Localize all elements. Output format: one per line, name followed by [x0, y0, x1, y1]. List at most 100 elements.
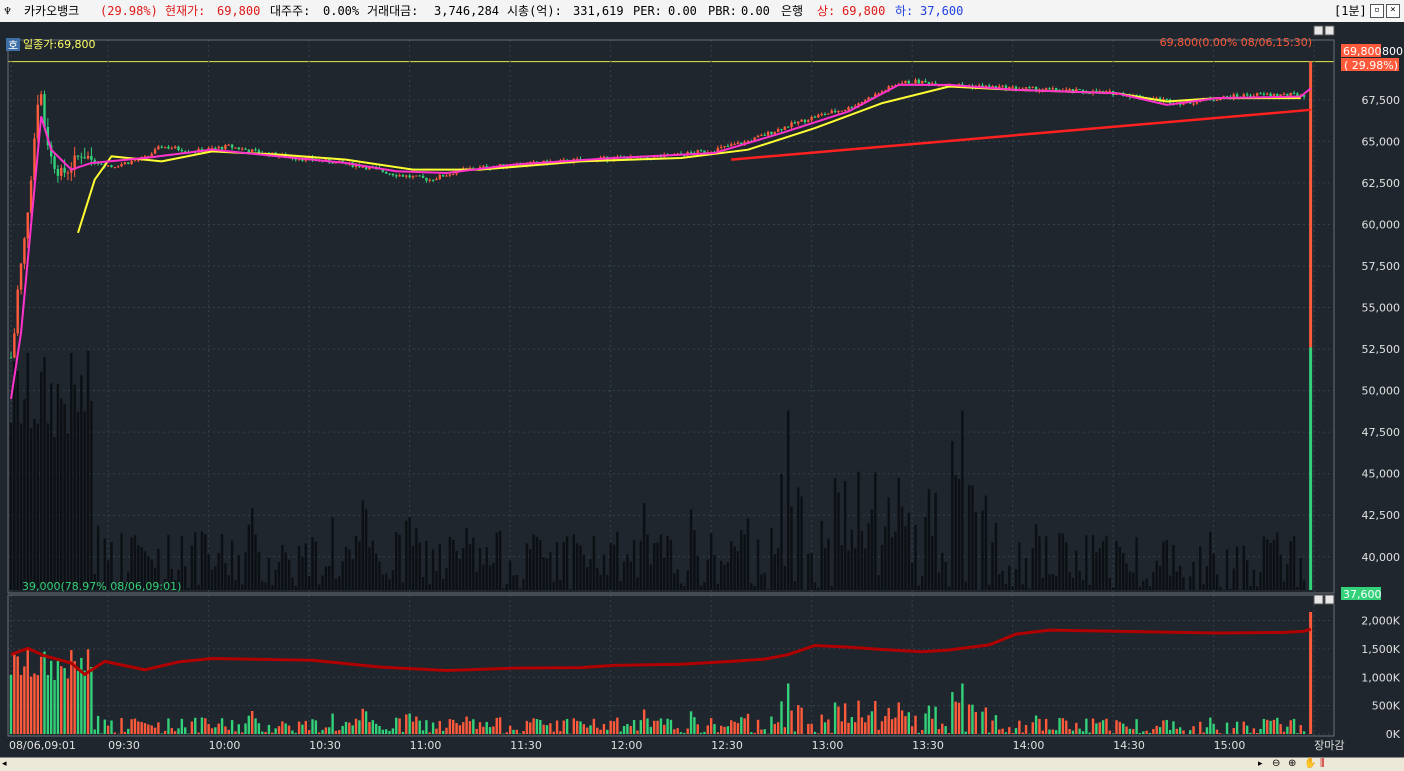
- interval-selector[interactable]: [1분]: [1334, 0, 1367, 22]
- volume-bar: [214, 727, 216, 734]
- volume-bar: [871, 711, 873, 734]
- background-volume-bar: [536, 537, 538, 590]
- volume-bar: [1102, 720, 1104, 734]
- background-volume-bar: [60, 398, 62, 590]
- background-volume-bar: [358, 542, 360, 590]
- background-volume-bar: [1172, 545, 1174, 590]
- background-volume-bar: [261, 581, 263, 590]
- candle-body: [837, 111, 839, 112]
- volume-bar: [355, 719, 357, 734]
- background-volume-bar: [656, 543, 658, 590]
- price-tick-label: 52,500: [1362, 343, 1401, 356]
- volume-bar: [291, 731, 293, 734]
- candle-body: [847, 107, 849, 110]
- volume-bar: [630, 726, 632, 734]
- candle-body: [432, 180, 434, 181]
- volume-bar: [764, 729, 766, 734]
- background-volume-bar: [817, 588, 819, 590]
- current-price: 69,800: [217, 0, 260, 22]
- zoom-out-icon[interactable]: ⊖: [1272, 758, 1280, 769]
- candle-body: [425, 178, 427, 181]
- candle-body: [1166, 99, 1168, 100]
- volume-bar: [861, 717, 863, 734]
- background-volume-bar: [482, 565, 484, 590]
- background-volume-bar: [331, 517, 333, 590]
- background-volume-bar: [23, 399, 25, 590]
- volume-bar: [807, 724, 809, 734]
- close-icon[interactable]: ×: [1386, 4, 1400, 18]
- background-volume-bar: [676, 569, 678, 590]
- candle-body: [918, 80, 920, 84]
- price-panel-close-icon[interactable]: [1325, 26, 1334, 35]
- volume-bar: [402, 732, 404, 734]
- candle-body: [241, 149, 243, 150]
- background-volume-bar: [1219, 587, 1221, 590]
- volume-bar: [20, 675, 22, 734]
- background-volume-bar: [1109, 578, 1111, 590]
- background-volume-bar: [241, 584, 243, 590]
- volume-bar: [817, 733, 819, 734]
- scroll-left-icon[interactable]: ◂: [2, 759, 7, 769]
- background-volume-bar: [271, 585, 273, 590]
- candle-body: [442, 175, 444, 177]
- panel-badge: 호: [8, 39, 18, 52]
- background-volume-bar: [884, 526, 886, 590]
- background-volume-bar: [40, 372, 42, 590]
- volume-bar: [633, 720, 635, 734]
- volume-panel-close-icon[interactable]: [1325, 595, 1334, 604]
- horizontal-scrollbar[interactable]: ◂ ▸ ⊖ ⊕ ✋ ⫼: [0, 757, 1404, 771]
- volume-bar: [1095, 723, 1097, 734]
- volume-panel-restore-icon[interactable]: [1314, 595, 1323, 604]
- volume-bar: [429, 732, 431, 734]
- restore-icon[interactable]: ▫: [1370, 4, 1384, 18]
- volume-bar: [110, 720, 112, 734]
- background-volume-bar: [84, 411, 86, 590]
- background-volume-bar: [881, 545, 883, 590]
- background-volume-bar: [847, 550, 849, 590]
- volume-bar: [643, 710, 645, 734]
- per-label: PER:: [633, 0, 662, 22]
- time-tick-label: 10:30: [309, 739, 341, 752]
- volume-bar: [77, 671, 79, 734]
- background-volume-bar: [1115, 541, 1117, 590]
- close-bar-red: [1309, 62, 1312, 348]
- background-volume-bar: [991, 542, 993, 590]
- background-volume-bar: [563, 542, 565, 590]
- background-volume-bar: [975, 512, 977, 590]
- volume-bar: [563, 721, 565, 734]
- hand-icon[interactable]: ✋: [1304, 758, 1316, 769]
- candle-body: [1236, 94, 1238, 96]
- volume-bar: [1142, 731, 1144, 734]
- volume-tick-label: 1,500K: [1361, 643, 1400, 656]
- volume-bar: [171, 728, 173, 734]
- scroll-right-icon[interactable]: ▸: [1258, 759, 1263, 769]
- background-volume-bar: [321, 575, 323, 590]
- background-volume-bar: [1266, 540, 1268, 590]
- background-volume-bar: [348, 550, 350, 590]
- volume-bar: [810, 724, 812, 734]
- background-volume-bar: [1162, 542, 1164, 590]
- volume-bar: [1112, 733, 1114, 734]
- candle-body: [700, 150, 702, 151]
- volume-bar: [1015, 728, 1017, 734]
- candle-body: [238, 148, 240, 150]
- background-volume-bar: [1085, 535, 1087, 590]
- chart-area[interactable]: 67,50065,00062,50060,00057,50055,00052,5…: [0, 22, 1404, 757]
- volume-bar: [1300, 725, 1302, 734]
- price-panel-restore-icon[interactable]: [1314, 26, 1323, 35]
- candle-body: [904, 81, 906, 83]
- candle-body: [703, 151, 705, 153]
- zoom-in-icon[interactable]: ⊕: [1288, 758, 1296, 769]
- background-volume-bar: [1246, 560, 1248, 590]
- volume-bar: [244, 723, 246, 734]
- volume-bar: [1052, 730, 1054, 734]
- volume-bar: [881, 721, 883, 734]
- bars-icon[interactable]: ⫼: [1320, 758, 1325, 769]
- candle-body: [1048, 88, 1050, 89]
- volume-bar: [670, 720, 672, 734]
- background-volume-bar: [687, 570, 689, 590]
- candle-body: [154, 149, 156, 153]
- volume-bar: [941, 724, 943, 734]
- volume-bar: [331, 714, 333, 734]
- background-volume-bar: [1283, 582, 1285, 590]
